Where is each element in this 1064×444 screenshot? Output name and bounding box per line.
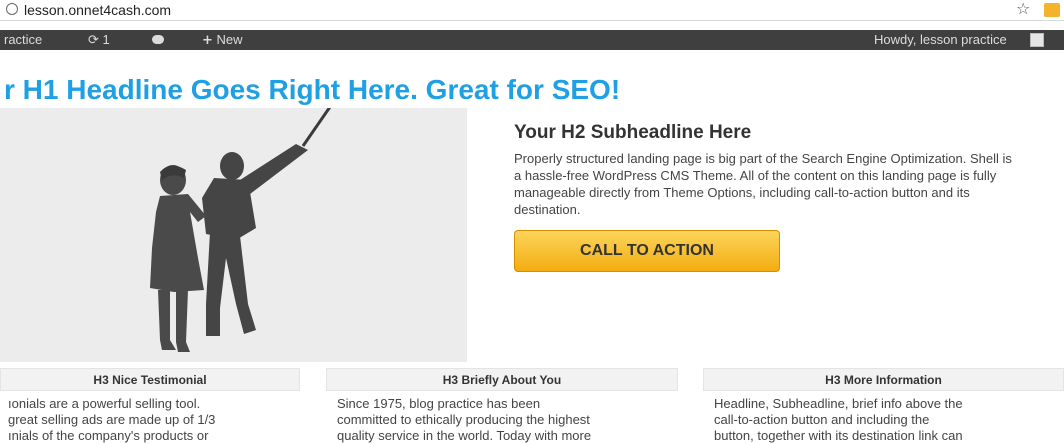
- column-line: Headline, Subheadline, brief info above …: [714, 396, 963, 411]
- admin-bar-site-link[interactable]: ractice: [4, 32, 42, 48]
- column-heading: H3 More Information: [703, 368, 1064, 391]
- column-text: Since 1975, blog practice has been commi…: [326, 391, 678, 444]
- bookmark-star-icon[interactable]: ☆: [1016, 0, 1030, 18]
- site-info-icon[interactable]: [6, 3, 18, 15]
- column-line: committed to ethically producing the hig…: [337, 412, 590, 427]
- about-column: H3 Briefly About You Since 1975, blog pr…: [326, 368, 678, 444]
- intro-paragraph: Properly structured landing page is big …: [514, 151, 1012, 217]
- testimonial-column: H3 Nice Testimonial ıonials are a powerf…: [0, 368, 300, 444]
- column-text: Headline, Subheadline, brief info above …: [703, 391, 1064, 444]
- extension-icon[interactable]: [1044, 3, 1060, 17]
- more-info-column: H3 More Information Headline, Subheadlin…: [703, 368, 1064, 444]
- plus-icon: +: [202, 33, 213, 48]
- updates-count: 1: [102, 32, 110, 47]
- admin-bar-greeting[interactable]: Howdy, lesson practice: [874, 32, 1007, 48]
- admin-bar-updates[interactable]: ⟳ 1: [88, 32, 110, 49]
- column-line: button, together with its destination li…: [714, 428, 963, 443]
- silhouette-illustration: [150, 108, 332, 352]
- column-line: ınials of the company's products or: [8, 428, 209, 443]
- avatar[interactable]: [1030, 33, 1044, 47]
- column-line: great selling ads are made up of 1/3: [8, 412, 216, 427]
- column-heading: H3 Briefly About You: [326, 368, 678, 391]
- admin-bar-new[interactable]: + New: [202, 32, 243, 49]
- admin-bar: ractice ⟳ 1 + New Howdy, lesson practice: [0, 30, 1064, 50]
- hero-image: [0, 108, 467, 362]
- column-line: ıonials are a powerful selling tool.: [8, 396, 201, 411]
- column-line: Since 1975, blog practice has been: [337, 396, 541, 411]
- call-to-action-button[interactable]: CALL TO ACTION: [514, 230, 780, 272]
- url-text[interactable]: lesson.onnet4cash.com: [24, 2, 171, 18]
- column-line: call-to-action button and including the: [714, 412, 930, 427]
- new-label: New: [216, 32, 243, 47]
- column-heading: H3 Nice Testimonial: [0, 368, 300, 391]
- column-text: ıonials are a powerful selling tool. gre…: [0, 391, 300, 444]
- page-subheadline: Your H2 Subheadline Here: [514, 122, 752, 143]
- page-headline: r H1 Headline Goes Right Here. Great for…: [4, 74, 621, 105]
- comment-icon[interactable]: [152, 35, 164, 44]
- refresh-icon: ⟳: [88, 33, 99, 48]
- column-line: quality service in the world. Today with…: [337, 428, 592, 443]
- browser-address-bar: lesson.onnet4cash.com ☆: [0, 0, 1064, 21]
